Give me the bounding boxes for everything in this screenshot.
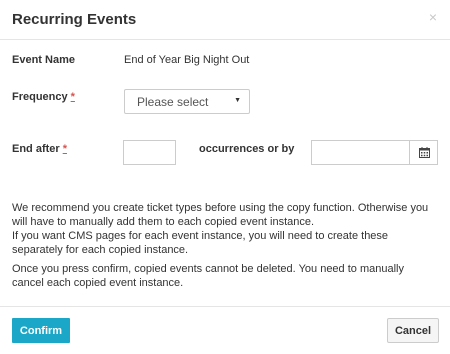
recurring-events-dialog: Recurring Events × Event Name End of Yea… <box>0 0 450 354</box>
cancel-button[interactable]: Cancel <box>387 318 439 343</box>
required-marker: * <box>70 91 75 103</box>
frequency-label: Frequency * <box>12 91 75 103</box>
ticket-types-note: We recommend you create ticket types bef… <box>12 202 429 228</box>
frequency-label-text: Frequency <box>12 91 68 103</box>
close-icon[interactable]: × <box>429 10 437 24</box>
end-after-label: End after * <box>12 143 67 155</box>
calendar-icon <box>419 147 430 158</box>
dialog-title: Recurring Events <box>12 11 137 28</box>
frequency-select[interactable]: Please select ▼ <box>124 89 250 114</box>
frequency-selected-value: Please select <box>137 95 209 109</box>
required-marker: * <box>62 143 67 155</box>
confirm-button[interactable]: Confirm <box>12 318 70 343</box>
event-name-value: End of Year Big Night Out <box>124 54 250 66</box>
occurrences-input[interactable] <box>123 140 176 165</box>
confirm-warning-note: Once you press confirm, copied events ca… <box>12 263 404 289</box>
occurrences-label: occurrences or by <box>199 143 295 155</box>
calendar-button[interactable] <box>409 141 437 164</box>
chevron-down-icon: ▼ <box>234 97 241 104</box>
end-after-label-text: End after <box>12 143 60 155</box>
event-name-label: Event Name <box>12 54 75 66</box>
dialog-header: Recurring Events × <box>0 0 450 40</box>
cms-pages-note: If you want CMS pages for each event ins… <box>12 230 389 256</box>
end-date-field <box>311 140 438 165</box>
end-date-input[interactable] <box>312 141 410 164</box>
